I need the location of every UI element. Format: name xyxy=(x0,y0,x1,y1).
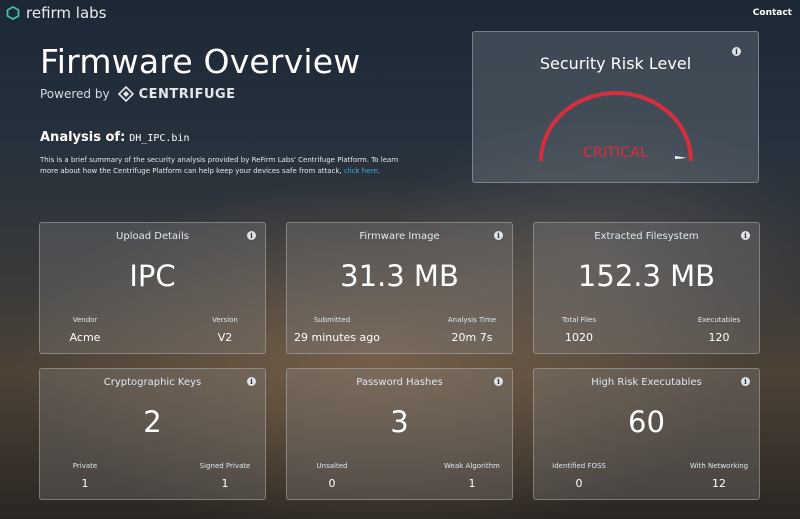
brand-logo[interactable]: refirm labs xyxy=(6,4,107,22)
stat-value-left: 29 minutes ago xyxy=(294,331,380,344)
stat-value-left: 0 xyxy=(575,477,583,490)
info-icon[interactable]: i xyxy=(494,377,503,386)
contact-link[interactable]: Contact xyxy=(753,8,792,18)
card-value: 60 xyxy=(628,405,665,439)
card-title: Password Hashes xyxy=(356,377,443,388)
stat-label-left: Identified FOSS xyxy=(552,462,606,470)
analysis-label: Analysis of: xyxy=(40,130,126,145)
card-extracted-filesystem: Extracted Filesystem i 152.3 MB Total Fi… xyxy=(533,222,760,354)
centrifuge-logo-text: CENTRIFUGE xyxy=(138,86,236,102)
card-value: 2 xyxy=(143,405,162,439)
analysis-heading: Analysis of: DH_IPC.bin xyxy=(40,130,189,145)
card-title: Extracted Filesystem xyxy=(594,231,699,242)
card-value: 152.3 MB xyxy=(577,259,716,293)
stat-value-right: 1 xyxy=(221,477,229,490)
stat-label-left: Unsalted xyxy=(316,462,348,470)
centrifuge-logo: CENTRIFUGE xyxy=(117,86,236,102)
risk-title: Security Risk Level xyxy=(539,54,692,73)
hexagon-logo-icon xyxy=(6,6,20,20)
stat-value-right: 120 xyxy=(708,331,730,344)
stat-label-right: Version xyxy=(212,316,238,324)
stat-value-right: 12 xyxy=(712,477,726,490)
stat-value-right: 1 xyxy=(468,477,476,490)
page-title: Firmware Overview xyxy=(40,42,361,81)
analysis-file: DH_IPC.bin xyxy=(129,133,190,144)
brand-name: refirm labs xyxy=(26,4,107,22)
description-end: . xyxy=(377,167,380,175)
info-icon[interactable]: i xyxy=(741,377,750,386)
risk-level: CRITICAL xyxy=(582,145,649,161)
stat-label-right: Executables xyxy=(697,316,741,324)
card-cryptographic-keys: Cryptographic Keys i 2 Private Signed Pr… xyxy=(39,368,266,500)
centrifuge-logo-icon xyxy=(117,86,134,102)
card-password-hashes: Password Hashes i 3 Unsalted Weak Algori… xyxy=(286,368,513,500)
card-value: 3 xyxy=(390,405,409,439)
card-title: High Risk Executables xyxy=(591,377,702,388)
stat-label-left: Submitted xyxy=(313,316,351,324)
stat-label-left: Vendor xyxy=(72,316,98,324)
info-icon[interactable]: i xyxy=(494,231,503,240)
stat-label-right: Weak Algorithm xyxy=(444,462,500,470)
stat-value-left: 1 xyxy=(81,477,89,490)
card-upload-details: Upload Details i IPC Vendor Version Acme… xyxy=(39,222,266,354)
info-icon[interactable]: i xyxy=(741,231,750,240)
stat-value-left: 1020 xyxy=(565,331,593,344)
stat-value-left: Acme xyxy=(69,331,101,344)
powered-by: Powered by CENTRIFUGE xyxy=(40,86,236,102)
click-here-link[interactable]: click here xyxy=(344,167,378,175)
info-icon[interactable]: i xyxy=(247,377,256,386)
stat-value-left: 0 xyxy=(328,477,336,490)
description: This is a brief summary of the security … xyxy=(40,155,400,177)
stat-label-right: Signed Private xyxy=(199,462,251,470)
stat-value-right: V2 xyxy=(217,331,233,344)
powered-by-label: Powered by xyxy=(40,87,110,101)
info-icon[interactable]: i xyxy=(732,47,741,56)
stat-value-right: 20m 7s xyxy=(451,331,493,344)
card-firmware-image: Firmware Image i 31.3 MB Submitted Analy… xyxy=(286,222,513,354)
stat-label-left: Total Files xyxy=(562,316,596,324)
card-title: Firmware Image xyxy=(359,231,440,242)
security-risk-panel: Security Risk Level i CRITICAL xyxy=(472,31,759,183)
card-high-risk-executables: High Risk Executables i 60 Identified FO… xyxy=(533,368,760,500)
stat-label-right: Analysis Time xyxy=(447,316,497,324)
stat-label-left: Private xyxy=(72,462,98,470)
stat-label-right: With Networking xyxy=(689,462,749,470)
card-title: Upload Details xyxy=(116,231,189,242)
info-icon[interactable]: i xyxy=(247,231,256,240)
card-value: 31.3 MB xyxy=(340,259,459,293)
card-value: IPC xyxy=(129,259,176,293)
card-title: Cryptographic Keys xyxy=(103,377,202,388)
